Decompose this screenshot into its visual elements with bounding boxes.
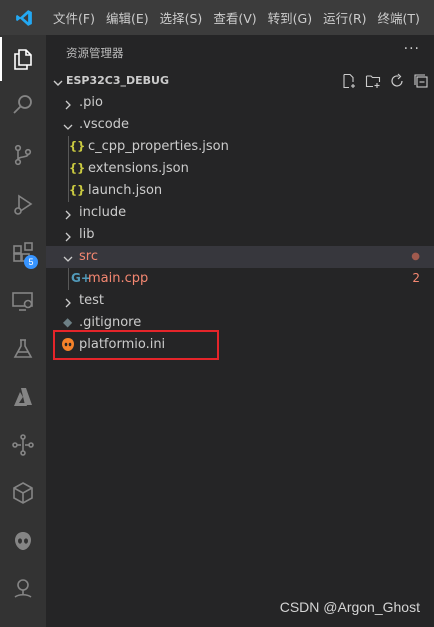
activity-bar: 5: [0, 35, 46, 627]
chevron-right-icon: [62, 96, 74, 115]
json-file-icon: {}: [69, 183, 86, 197]
json-file-icon: {}: [69, 139, 86, 153]
tree-item-vscode[interactable]: .vscode: [46, 114, 434, 136]
tree-item-include[interactable]: include: [46, 202, 434, 224]
menu-file[interactable]: 文件(F): [48, 8, 101, 27]
refresh-icon[interactable]: [388, 72, 406, 90]
tree-item-main-cpp[interactable]: G+ main.cpp 2: [46, 268, 434, 290]
tree-item-label: launch.json: [88, 183, 163, 198]
more-actions-icon[interactable]: ···: [404, 41, 420, 57]
tree-graph-icon[interactable]: [0, 423, 46, 467]
highlight-annotation-box: [53, 330, 219, 360]
new-file-icon[interactable]: [340, 72, 358, 90]
extensions-badge: 5: [24, 255, 38, 269]
title-bar: 文件(F) 编辑(E) 选择(S) 查看(V) 转到(G) 运行(R) 终端(T…: [0, 0, 434, 35]
tree-item-label: include: [79, 205, 127, 220]
search-icon[interactable]: [0, 83, 46, 127]
tree-item-lib[interactable]: lib: [46, 224, 434, 246]
chevron-right-icon: [62, 206, 74, 225]
tree-item-pio[interactable]: .pio: [46, 92, 434, 114]
azure-icon[interactable]: [0, 375, 46, 419]
explorer-icon[interactable]: [0, 37, 46, 81]
chevron-down-icon: [62, 118, 74, 137]
tree-item-label: test: [79, 293, 104, 308]
menu-view[interactable]: 查看(V): [208, 8, 262, 27]
tree-item-src[interactable]: src ●: [46, 246, 434, 268]
tree-item-label: src: [79, 249, 98, 264]
testing-icon[interactable]: [0, 327, 46, 371]
collapse-all-icon[interactable]: [412, 72, 430, 90]
hand-tree-icon[interactable]: [0, 567, 46, 611]
explorer-sidebar: 资源管理器 ··· ESP32C3_DEBUG .pio .vscode {} …: [46, 35, 434, 627]
menu-terminal[interactable]: 终端(T): [373, 8, 426, 27]
vscode-logo-icon[interactable]: [0, 9, 48, 27]
workspace-section-header[interactable]: ESP32C3_DEBUG: [46, 70, 434, 92]
new-folder-icon[interactable]: [364, 72, 382, 90]
remote-explorer-icon[interactable]: [0, 279, 46, 323]
chevron-right-icon: [62, 294, 74, 313]
tree-item-test[interactable]: test: [46, 290, 434, 312]
tree-item-label: .gitignore: [79, 315, 142, 330]
json-file-icon: {}: [69, 161, 86, 175]
tree-item-label: .pio: [79, 95, 103, 110]
menu-go[interactable]: 转到(G): [263, 8, 318, 27]
error-dot-decoration: ●: [411, 251, 420, 262]
tree-item-label: lib: [79, 227, 95, 242]
extensions-icon[interactable]: 5: [0, 231, 46, 275]
tree-item-launch-json[interactable]: {} launch.json: [46, 180, 434, 202]
cube-icon[interactable]: [0, 471, 46, 515]
sidebar-title: 资源管理器: [66, 45, 124, 60]
menu-run[interactable]: 运行(R): [318, 8, 372, 27]
chevron-down-icon: [62, 250, 74, 269]
tree-item-label: main.cpp: [88, 271, 149, 286]
tree-item-label: .vscode: [79, 117, 129, 132]
tree-item-label: c_cpp_properties.json: [88, 139, 229, 154]
source-control-icon[interactable]: [0, 133, 46, 177]
chevron-down-icon: [52, 74, 64, 93]
menu-edit[interactable]: 编辑(E): [101, 8, 155, 27]
problem-count-decoration: 2: [412, 271, 420, 285]
sidebar-header: 资源管理器 ···: [46, 35, 434, 70]
run-debug-icon[interactable]: [0, 183, 46, 227]
tree-item-c-cpp-properties[interactable]: {} c_cpp_properties.json: [46, 136, 434, 158]
chevron-right-icon: [62, 228, 74, 247]
watermark: CSDN @Argon_Ghost: [279, 599, 420, 615]
workspace-title: ESP32C3_DEBUG: [66, 74, 170, 87]
git-file-icon: ◆: [63, 315, 73, 329]
tree-item-extensions-json[interactable]: {} extensions.json: [46, 158, 434, 180]
menu-selection[interactable]: 选择(S): [155, 8, 209, 27]
tree-item-label: extensions.json: [88, 161, 189, 176]
platformio-alien-icon[interactable]: [0, 519, 46, 563]
